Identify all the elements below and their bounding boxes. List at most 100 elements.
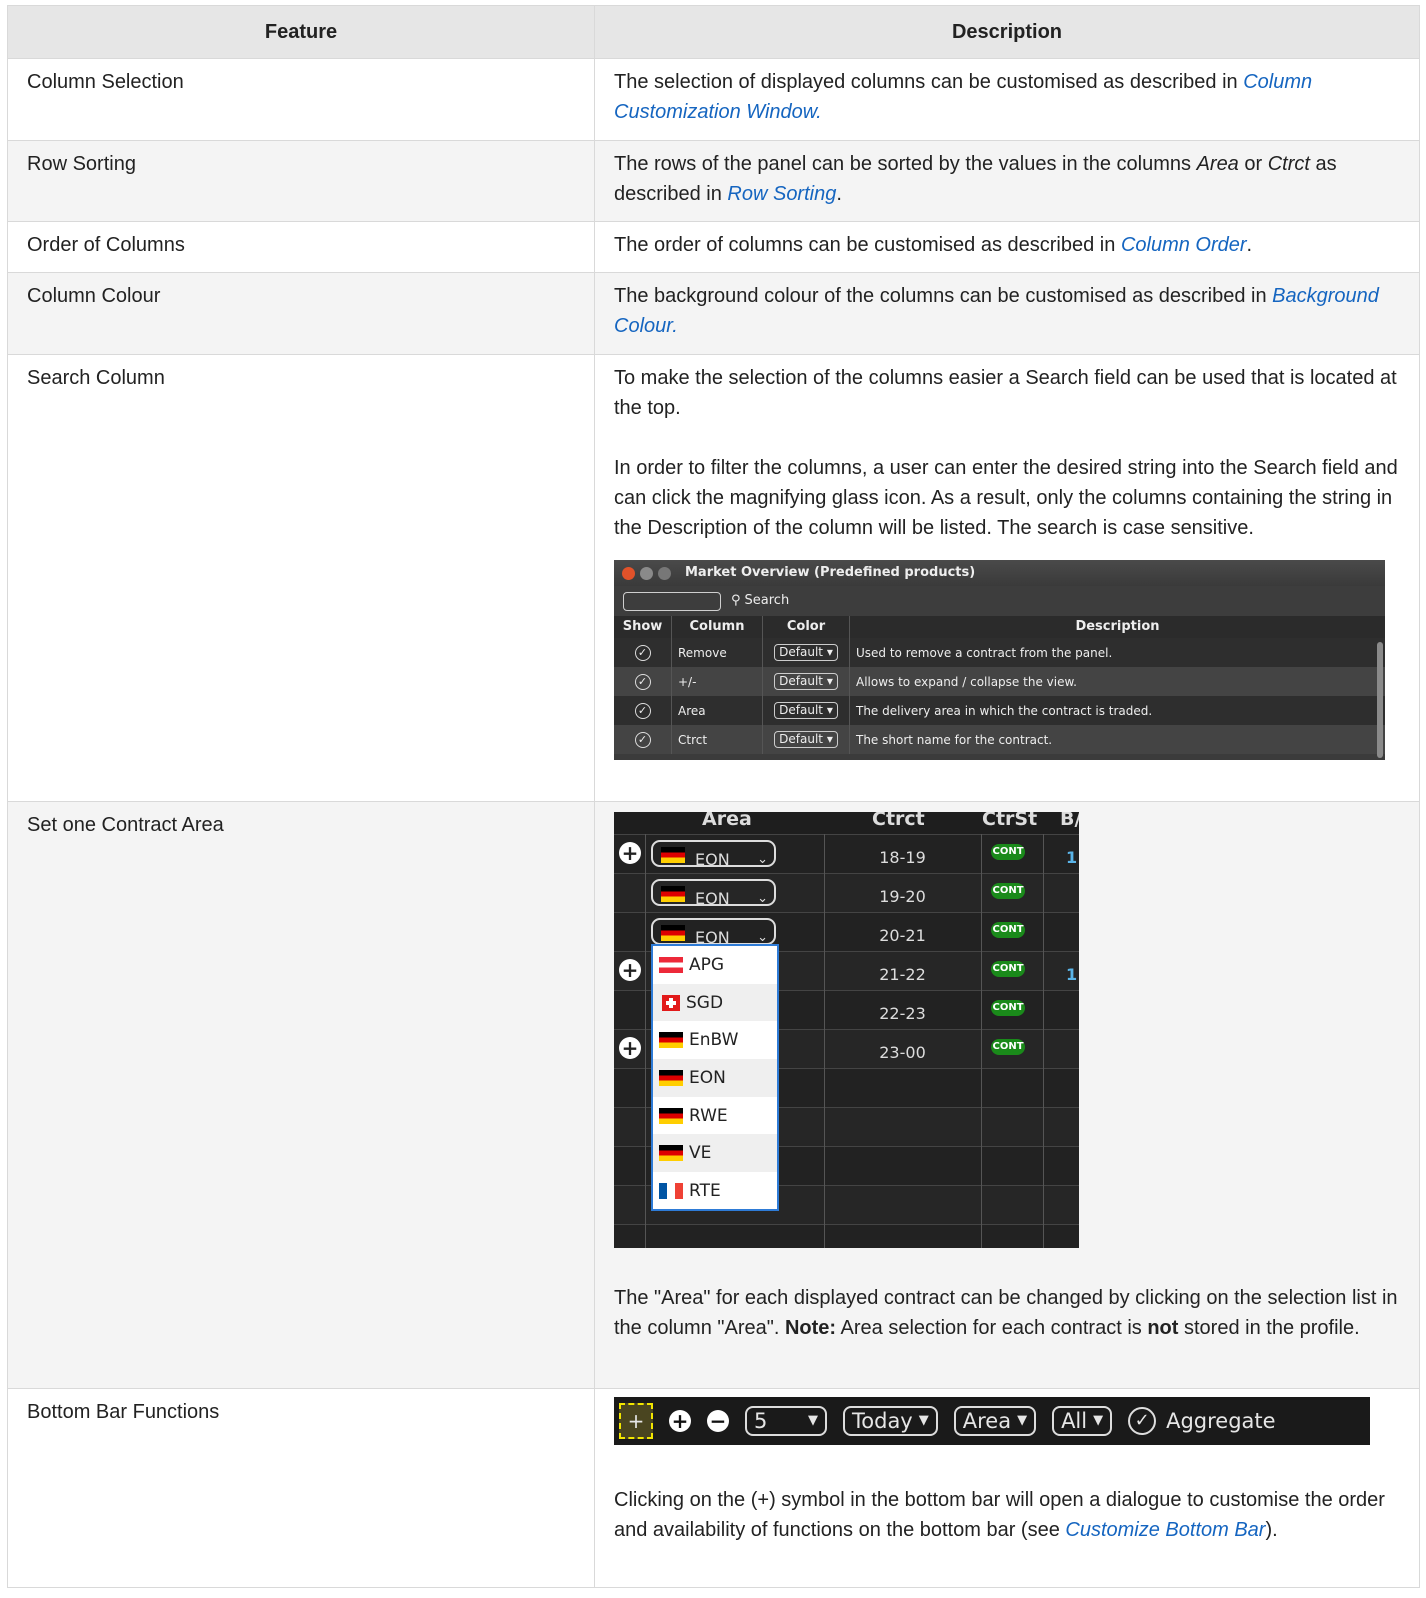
header-description: Description (594, 5, 1420, 59)
header-feature: Feature (7, 5, 595, 59)
dropdown-item: RTE (653, 1172, 777, 1210)
bid-value: 1 (1066, 965, 1078, 984)
description-cell: The rows of the panel can be sorted by t… (594, 140, 1420, 222)
market-overview-screenshot: Market Overview (Predefined products) ⚲ … (614, 560, 1385, 760)
aggregate-label: Aggregate (1166, 1409, 1276, 1433)
flag-de-icon (661, 925, 685, 941)
description-cell: The background colour of the columns can… (594, 272, 1420, 355)
column-row: ✓ Area Default ▾ The delivery area in wh… (614, 696, 1385, 725)
description-cell: To make the selection of the columns eas… (594, 354, 1420, 802)
window-titlebar: Market Overview (Predefined products) (614, 560, 1385, 586)
contract-name: 18-19 (879, 848, 926, 867)
dropdown-item: EON (653, 1059, 777, 1097)
scrollbar (1377, 642, 1383, 758)
search-input (623, 591, 721, 611)
column-description: Used to remove a contract from the panel… (856, 645, 1113, 660)
color-select: Default ▾ (774, 644, 838, 661)
area-panel-header: Area Ctrct CtrSt B/ (702, 812, 1079, 830)
flag-at-icon (659, 956, 683, 973)
feature-cell: Search Column (7, 354, 595, 802)
dropdown-item: APG (653, 946, 777, 984)
contract-row: + EON ⌄ 18-19 CONT 1 (614, 834, 1079, 873)
column-row: ✓ Ctrct Default ▾ The short name for the… (614, 725, 1385, 754)
feature-cell: Set one Contract Area (7, 801, 595, 1389)
bottom-bar-screenshot: + + − 5 ▼ Today ▼ Area ▼ All ▼ ✓ Aggregate (614, 1397, 1370, 1445)
plus-circle-icon: + (669, 1410, 691, 1432)
feature-cell: Order of Columns (7, 221, 595, 273)
chevron-down-icon: ▼ (1093, 1413, 1104, 1428)
expand-icon: + (619, 1037, 641, 1059)
header-show: Show (614, 616, 672, 638)
chevron-down-icon: ⌄ (757, 852, 768, 867)
area-select: EON ⌄ (651, 879, 776, 908)
feature-cell: Bottom Bar Functions (7, 1388, 595, 1588)
contract-name: 19-20 (879, 887, 926, 906)
paragraph: To make the selection of the columns eas… (614, 367, 1397, 419)
checkbox-checked-icon: ✓ (634, 644, 651, 661)
chevron-down-icon: ▼ (808, 1413, 818, 1428)
row-order-of-columns: Order of Columns The order of columns ca… (7, 221, 1420, 273)
flag-de-icon (659, 1145, 683, 1162)
area-dropdown-list: APG SGD EnBW EON RWE VE RTE (651, 944, 779, 1211)
customize-bottom-bar-link[interactable]: Customize Bottom Bar (1065, 1519, 1265, 1541)
row-set-contract-area: Set one Contract Area Area Ctrct CtrSt B… (7, 801, 1420, 1389)
color-select: Default ▾ (774, 731, 838, 748)
empty-row (614, 1224, 1079, 1248)
expand-icon: + (619, 842, 641, 864)
count-select: 5 ▼ (745, 1406, 827, 1436)
column-name: +/- (672, 667, 763, 696)
search-label: Search (744, 593, 790, 608)
area-select: EON ⌄ (651, 918, 776, 947)
contract-name: 21-22 (879, 965, 926, 984)
row-bottom-bar: Bottom Bar Functions + + − 5 ▼ Today ▼ Are… (7, 1388, 1420, 1588)
feature-cell: Column Selection (7, 58, 595, 141)
column-description: The delivery area in which the contract … (856, 703, 1153, 718)
chevron-down-icon: ⌄ (757, 891, 768, 906)
dropdown-item: RWE (653, 1097, 777, 1135)
color-select: Default ▾ (774, 702, 838, 719)
paragraph: In order to filter the columns, a user c… (614, 457, 1398, 539)
description-cell: The selection of displayed columns can b… (594, 58, 1420, 141)
feature-cell: Row Sorting (7, 140, 595, 222)
flag-de-icon (659, 1069, 683, 1086)
column-row: ✓ +/- Default ▾ Allows to expand / colla… (614, 667, 1385, 696)
paragraph: The "Area" for each displayed contract c… (614, 1287, 1398, 1339)
expand-icon: + (619, 959, 641, 981)
flag-ch-icon (662, 994, 680, 1011)
bid-value: 1 (1066, 848, 1078, 867)
all-select: All ▼ (1052, 1406, 1113, 1436)
status-badge: CONT (991, 1039, 1025, 1055)
row-sorting-link[interactable]: Row Sorting (727, 183, 836, 205)
row-row-sorting: Row Sorting The rows of the panel can be… (7, 140, 1420, 222)
header-description: Description (1075, 619, 1160, 634)
add-function-icon: + (619, 1403, 653, 1439)
column-order-link[interactable]: Column Order (1121, 234, 1247, 256)
status-badge: CONT (991, 961, 1025, 977)
checkbox-checked-icon: ✓ (1128, 1407, 1157, 1435)
flag-de-icon (661, 847, 685, 863)
checkbox-checked-icon: ✓ (634, 731, 651, 748)
contract-name: 23-00 (879, 1043, 926, 1062)
column-name: Remove (672, 638, 763, 667)
column-row: ✓ Remove Default ▾ Used to remove a cont… (614, 638, 1385, 667)
window-title: Market Overview (Predefined products) (685, 565, 976, 580)
status-badge: CONT (991, 1000, 1025, 1016)
column-description: Allows to expand / collapse the view. (856, 674, 1077, 689)
header-column: Column (672, 616, 763, 638)
status-badge: CONT (991, 883, 1025, 899)
area-select: EON ⌄ (651, 840, 776, 869)
chevron-down-icon: ▼ (1017, 1413, 1028, 1428)
minimize-icon (640, 566, 653, 580)
feature-table: Feature Description Column Selection The… (7, 5, 1420, 1588)
flag-de-icon (659, 1032, 683, 1049)
dropdown-item: SGD (653, 983, 777, 1022)
area-select: Area ▼ (953, 1406, 1037, 1436)
column-name: Area (672, 696, 763, 725)
paragraph: Clicking on the (+) symbol in the bottom… (614, 1489, 1385, 1541)
day-select: Today ▼ (843, 1406, 938, 1436)
close-icon (622, 566, 635, 580)
column-name: Ctrct (672, 725, 763, 754)
description-cell: Area Ctrct CtrSt B/ + EON⌄ 18-19 CONT 1 (594, 801, 1420, 1389)
checkbox-checked-icon: ✓ (634, 702, 651, 719)
chevron-down-icon: ▼ (918, 1413, 929, 1428)
